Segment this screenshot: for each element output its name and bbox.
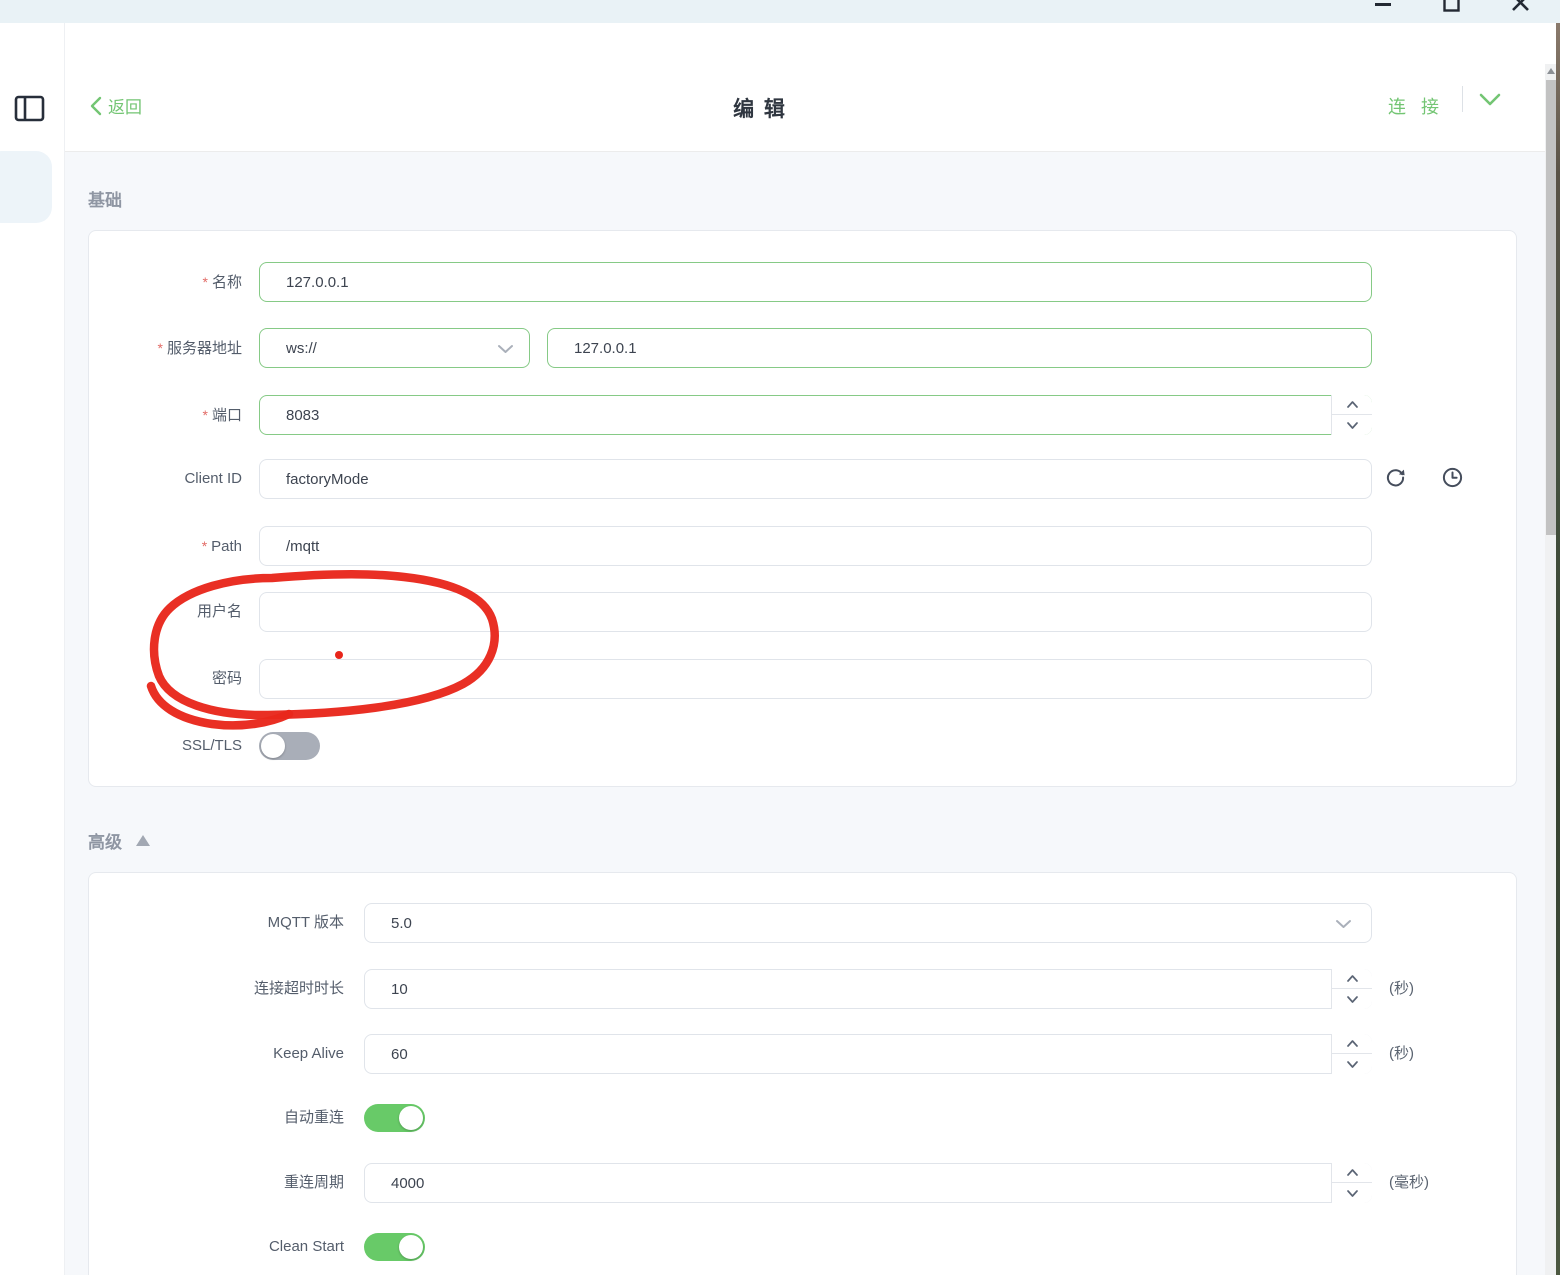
minimize-icon[interactable] <box>1375 3 1391 6</box>
reconnect-period-stepper <box>1331 1163 1372 1203</box>
advanced-section-label: 高级 <box>88 833 122 852</box>
reconnect-period-decrease-button[interactable] <box>1332 1183 1372 1203</box>
form-row-mqtt-version: MQTT 版本 <box>89 903 1516 943</box>
connect-dropdown-chevron-icon[interactable] <box>1478 92 1502 108</box>
client-id-label: Client ID <box>184 470 242 487</box>
keep-alive-stepper <box>1331 1034 1372 1074</box>
close-icon[interactable] <box>1511 0 1530 12</box>
clean-start-toggle-knob <box>399 1235 423 1259</box>
toggle-sidebar-icon[interactable] <box>14 93 45 124</box>
auto-reconnect-toggle-knob <box>399 1106 423 1130</box>
form-row-path: * Path <box>89 526 1516 566</box>
required-mark: * <box>202 407 208 423</box>
form-row-password: 密码 <box>89 659 1516 699</box>
ssl-toggle[interactable] <box>259 732 320 760</box>
back-button[interactable]: 返回 <box>90 93 142 118</box>
advanced-card: MQTT 版本 连接超时时长 <box>88 872 1517 1275</box>
name-label: * 名称 <box>202 274 242 291</box>
host-label: * 服务器地址 <box>157 340 242 357</box>
form-row-connect-timeout: 连接超时时长 (秒) <box>89 969 1516 1009</box>
form-row-keep-alive: Keep Alive (秒) <box>89 1034 1516 1074</box>
connect-timeout-decrease-button[interactable] <box>1332 989 1372 1009</box>
password-label: 密码 <box>211 670 242 687</box>
scrollbar-up-arrow-icon[interactable] <box>1547 68 1555 74</box>
mqtt-version-select[interactable] <box>364 903 1372 943</box>
collapse-triangle-icon[interactable] <box>136 835 150 846</box>
basic-card: *名称 *服务器地址 *端口 <box>88 230 1517 787</box>
auto-reconnect-toggle[interactable] <box>364 1104 425 1132</box>
ssl-label: SSL/TLS <box>181 737 242 754</box>
auto-reconnect-label: 自动重连 <box>283 1109 344 1126</box>
maximize-icon[interactable] <box>1443 0 1460 12</box>
advanced-section-title: 高级 <box>88 828 150 853</box>
left-sidebar-rail <box>0 23 65 1275</box>
page-title: 编 辑 <box>733 98 787 121</box>
connect-button[interactable]: 连 接 <box>1388 93 1444 119</box>
form-row-username: 用户名 <box>89 592 1516 632</box>
protocol-select[interactable] <box>259 328 530 368</box>
connect-timeout-input[interactable] <box>364 969 1372 1009</box>
password-input[interactable] <box>259 659 1372 699</box>
scrollbar[interactable] <box>1545 64 1556 1275</box>
username-label: 用户名 <box>196 603 242 620</box>
app-window: 返回 编 辑 连 接 基础 *名称 *服务器地址 <box>0 0 1560 1275</box>
host-input[interactable] <box>547 328 1372 368</box>
reconnect-period-input[interactable] <box>364 1163 1372 1203</box>
reconnect-period-label: 重连周期 <box>283 1174 344 1191</box>
window-titlebar <box>0 0 1560 23</box>
sidebar-collapsed-panel[interactable] <box>0 151 52 223</box>
connect-timeout-stepper <box>1331 969 1372 1009</box>
clean-start-label: Clean Start <box>268 1238 344 1255</box>
page-header: 返回 编 辑 连 接 <box>65 23 1545 152</box>
form-row-name: * 名称 <box>89 262 1516 302</box>
history-clock-icon[interactable] <box>1442 467 1463 488</box>
port-increase-button[interactable] <box>1332 395 1372 415</box>
refresh-client-id-icon[interactable] <box>1385 467 1406 488</box>
client-id-input[interactable] <box>259 459 1372 499</box>
header-divider <box>1462 86 1463 112</box>
desktop-background-edge <box>1556 23 1560 1275</box>
back-label: 返回 <box>108 98 142 117</box>
basic-section-label: 基础 <box>88 191 122 210</box>
keep-alive-unit: (秒) <box>1389 1045 1414 1062</box>
mqtt-version-label: MQTT 版本 <box>267 914 344 931</box>
reconnect-period-unit: (毫秒) <box>1389 1174 1429 1191</box>
keep-alive-label: Keep Alive <box>273 1045 344 1062</box>
ssl-toggle-knob <box>261 734 285 758</box>
scrollbar-thumb[interactable] <box>1545 80 1556 535</box>
required-mark: * <box>157 340 163 356</box>
back-chevron-icon <box>90 96 102 115</box>
form-row-client-id: Client ID <box>89 459 1516 499</box>
form-row-port: * 端口 <box>89 395 1516 435</box>
port-decrease-button[interactable] <box>1332 415 1372 435</box>
form-row-reconnect-period: 重连周期 (毫秒) <box>89 1163 1516 1203</box>
form-row-host: * 服务器地址 <box>89 328 1516 368</box>
connect-timeout-unit: (秒) <box>1389 980 1414 997</box>
keep-alive-input[interactable] <box>364 1034 1372 1074</box>
path-label: * Path <box>201 538 242 555</box>
port-label: * 端口 <box>202 407 242 424</box>
basic-section-title: 基础 <box>88 186 122 211</box>
connect-timeout-label: 连接超时时长 <box>253 980 344 997</box>
required-mark: * <box>202 274 208 290</box>
clean-start-toggle[interactable] <box>364 1233 425 1261</box>
username-input[interactable] <box>259 592 1372 632</box>
path-input[interactable] <box>259 526 1372 566</box>
port-input[interactable] <box>259 395 1372 435</box>
reconnect-period-increase-button[interactable] <box>1332 1163 1372 1183</box>
name-input[interactable] <box>259 262 1372 302</box>
keep-alive-increase-button[interactable] <box>1332 1034 1372 1054</box>
connect-timeout-increase-button[interactable] <box>1332 969 1372 989</box>
port-stepper <box>1331 395 1372 435</box>
keep-alive-decrease-button[interactable] <box>1332 1054 1372 1074</box>
required-mark: * <box>201 538 208 554</box>
